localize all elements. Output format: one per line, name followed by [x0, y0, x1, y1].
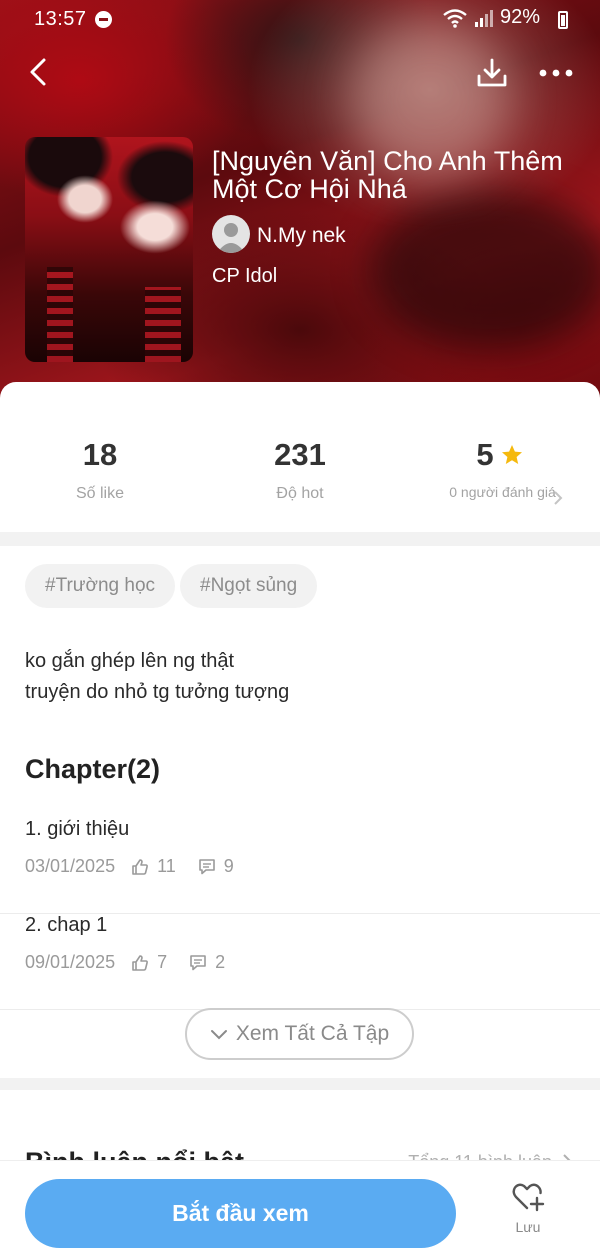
chevron-left-icon	[30, 58, 46, 86]
status-bar: 13:57 92%	[0, 0, 600, 40]
hot-count: 231	[274, 437, 326, 472]
author-name[interactable]: N.My nek	[257, 224, 346, 248]
book-header-banner: 13:57 92% [Nguyên Văn] Cho Anh Thêm Một …	[0, 0, 600, 410]
chapter-date: 09/01/2025	[25, 952, 116, 972]
banner-background-art	[370, 190, 600, 350]
chapter-like-count: 11	[157, 856, 176, 876]
stat-likes: 18 Số like	[0, 437, 200, 503]
user-icon	[217, 223, 245, 253]
tag-chip[interactable]: #Ngọt sủng	[180, 564, 318, 608]
more-dots-icon	[539, 69, 573, 77]
comment-icon	[189, 954, 207, 972]
book-category[interactable]: CP Idol	[212, 265, 277, 288]
chapter-row[interactable]: 2. chap 1 09/01/2025 7 2	[0, 914, 600, 1010]
chapter-heading: Chapter(2)	[25, 754, 161, 784]
chapter-meta: 09/01/2025 7 2	[25, 952, 225, 973]
stat-rating[interactable]: 5	[400, 437, 600, 473]
view-all-chapters-button[interactable]: Xem Tất Cả Tập	[185, 1008, 414, 1060]
description-line: truyện do nhỏ tg tưởng tượng	[25, 681, 290, 703]
thumbs-up-icon	[131, 954, 149, 972]
book-details: #Trường học #Ngọt sủng ko gắn ghép lên n…	[0, 546, 600, 1078]
status-time: 13:57	[34, 8, 87, 30]
chapter-row[interactable]: 1. giới thiệu 03/01/2025 11 9	[0, 818, 600, 914]
signal-icon	[474, 9, 493, 27]
hot-label: Độ hot	[276, 485, 324, 502]
likes-label: Số like	[75, 485, 125, 502]
wifi-icon	[443, 8, 467, 28]
battery-percent: 92%	[499, 6, 540, 28]
more-options-button[interactable]	[532, 52, 580, 94]
book-cover-image[interactable]	[25, 137, 193, 362]
do-not-disturb-icon	[95, 11, 112, 28]
back-button[interactable]	[18, 52, 58, 92]
chapter-comment-count: 2	[215, 952, 226, 972]
likes-count: 18	[82, 437, 118, 472]
tag-chip[interactable]: #Trường học	[25, 564, 176, 608]
stats-card: 18 Số like 231 Độ hot 5	[0, 382, 600, 532]
thumbs-up-icon	[131, 858, 149, 876]
rating-value: 5	[476, 437, 494, 472]
book-description: ko gắn ghép lên ng thật truyện do nhỏ tg…	[25, 646, 289, 708]
download-button[interactable]	[470, 52, 514, 94]
stat-hot: 231 Độ hot	[200, 437, 400, 503]
chevron-right-icon	[554, 491, 563, 505]
download-icon	[477, 58, 507, 87]
book-title: [Nguyên Văn] Cho Anh Thêm Một Cơ Hội Nhá	[212, 146, 563, 204]
save-button[interactable]: Lưu	[496, 1181, 560, 1253]
view-all-label: Xem Tất Cả Tập	[235, 1022, 390, 1045]
star-icon	[501, 445, 522, 464]
chapter-title: 2. chap 1	[25, 914, 108, 936]
save-label: Lưu	[515, 1219, 541, 1235]
chapter-like-count: 7	[157, 952, 168, 972]
author-avatar[interactable]	[212, 215, 250, 253]
chapter-date: 03/01/2025	[25, 856, 116, 876]
description-line: ko gắn ghép lên ng thật	[25, 650, 235, 672]
comment-icon	[198, 858, 216, 876]
start-reading-button[interactable]: Bắt đầu xem	[25, 1179, 456, 1248]
bottom-action-bar: Bắt đầu xem Lưu	[0, 1160, 600, 1259]
chapter-meta: 03/01/2025 11 9	[25, 856, 234, 877]
rating-count-label[interactable]: 0 người đánh giá	[445, 483, 560, 501]
battery-icon	[558, 11, 568, 29]
chevron-down-icon	[210, 1030, 227, 1040]
heart-plus-icon	[512, 1183, 545, 1212]
chapter-title: 1. giới thiệu	[25, 818, 130, 840]
chapter-comment-count: 9	[223, 856, 234, 876]
status-icons: 92%	[442, 6, 560, 29]
